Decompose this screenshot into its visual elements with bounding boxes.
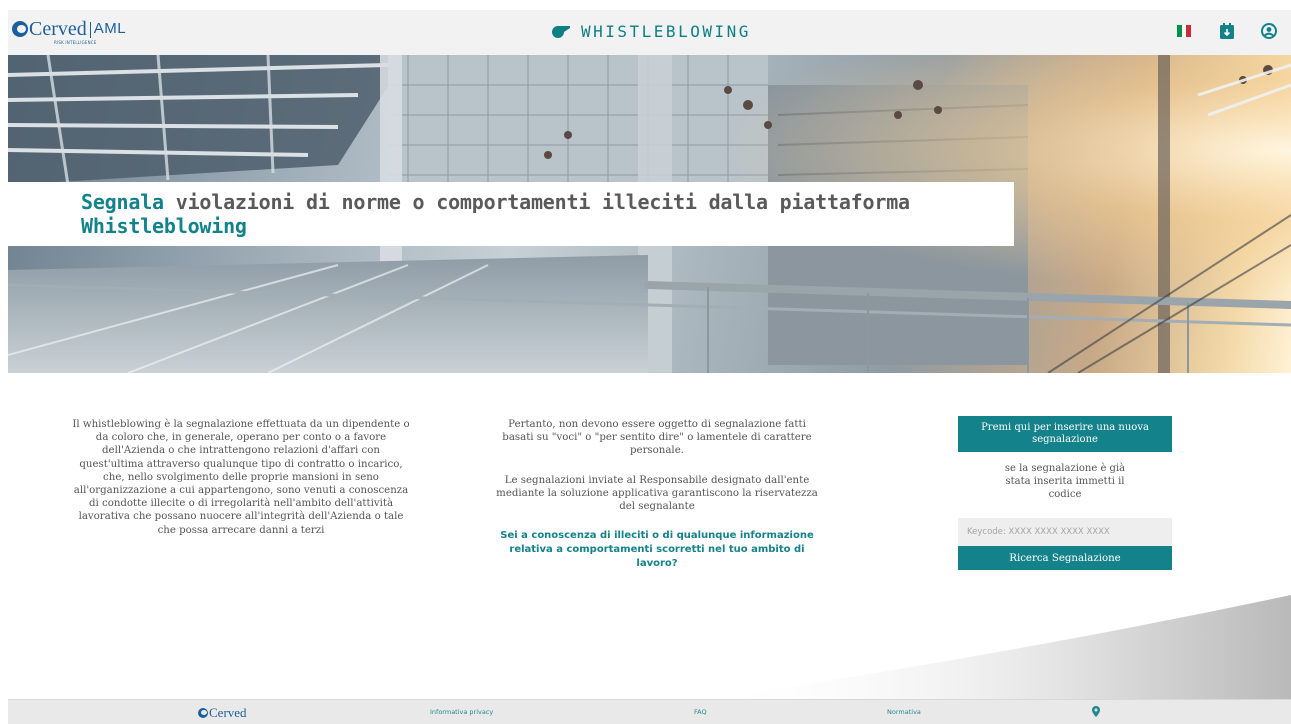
location-pin-icon[interactable] [1092, 706, 1100, 717]
info-note-rumors: Pertanto, non devono essere oggetto di s… [502, 419, 812, 457]
logo-product: AML [93, 20, 127, 37]
decorative-swoosh [708, 595, 1291, 699]
whistleblowing-definition: Il whistleblowing è la segnalazione effe… [72, 419, 410, 536]
logo-text: Cerved [29, 18, 87, 40]
info-note-confidentiality: Le segnalazioni inviate al Responsabile … [496, 474, 818, 513]
hero-title-highlight-2: Whistleblowing [81, 214, 247, 238]
new-report-button[interactable]: Premi qui per inserire una nuova segnala… [958, 416, 1172, 452]
keycode-input[interactable] [958, 518, 1172, 546]
logo-tagline: RISK INTELLIGENCE [54, 40, 97, 45]
cerved-logo-mark-icon [12, 21, 28, 37]
italy-flag-icon[interactable] [1177, 25, 1192, 37]
user-circle-icon[interactable] [1261, 23, 1277, 39]
logo-divider [89, 22, 91, 38]
footer-logo-mark-icon [198, 708, 208, 718]
hero-banner: Segnala violazioni di norme o comportame… [8, 182, 1014, 246]
search-report-button[interactable]: Ricerca Segnalazione [958, 546, 1172, 570]
hero-title: Segnala violazioni di norme o comportame… [81, 190, 1014, 238]
hero-title-middle: violazioni di norme o comportamenti ille… [163, 190, 910, 214]
app-brand: WHISTLEBLOWING [550, 22, 751, 41]
footer: Cerved Informativa privacy FAQ Normativa [8, 699, 1291, 724]
top-header: Cerved AML RISK INTELLIGENCE WHISTLEBLOW… [8, 10, 1291, 55]
footer-logo-text: Cerved [209, 705, 247, 720]
page: Cerved AML RISK INTELLIGENCE WHISTLEBLOW… [8, 10, 1291, 724]
app-name: WHISTLEBLOWING [581, 22, 751, 41]
hero-image: Segnala violazioni di norme o comportame… [8, 55, 1291, 373]
footer-cerved-logo[interactable]: Cerved [198, 705, 247, 721]
footer-link-privacy[interactable]: Informativa privacy [430, 708, 493, 716]
footer-link-faq[interactable]: FAQ [694, 708, 707, 716]
calendar-download-icon[interactable] [1220, 23, 1234, 39]
footer-link-normativa[interactable]: Normativa [887, 708, 921, 716]
header-actions [1177, 23, 1277, 39]
hero-title-highlight-1: Segnala [81, 190, 164, 214]
whistle-icon [552, 25, 570, 38]
info-column: Pertanto, non devono essere oggetto di s… [491, 418, 823, 587]
existing-report-hint: se la segnalazione è già stata inserita … [1004, 463, 1126, 500]
cerved-aml-logo[interactable]: Cerved AML RISK INTELLIGENCE [12, 18, 126, 48]
call-to-action-question: Sei a conoscenza di illeciti o di qualun… [500, 530, 814, 570]
